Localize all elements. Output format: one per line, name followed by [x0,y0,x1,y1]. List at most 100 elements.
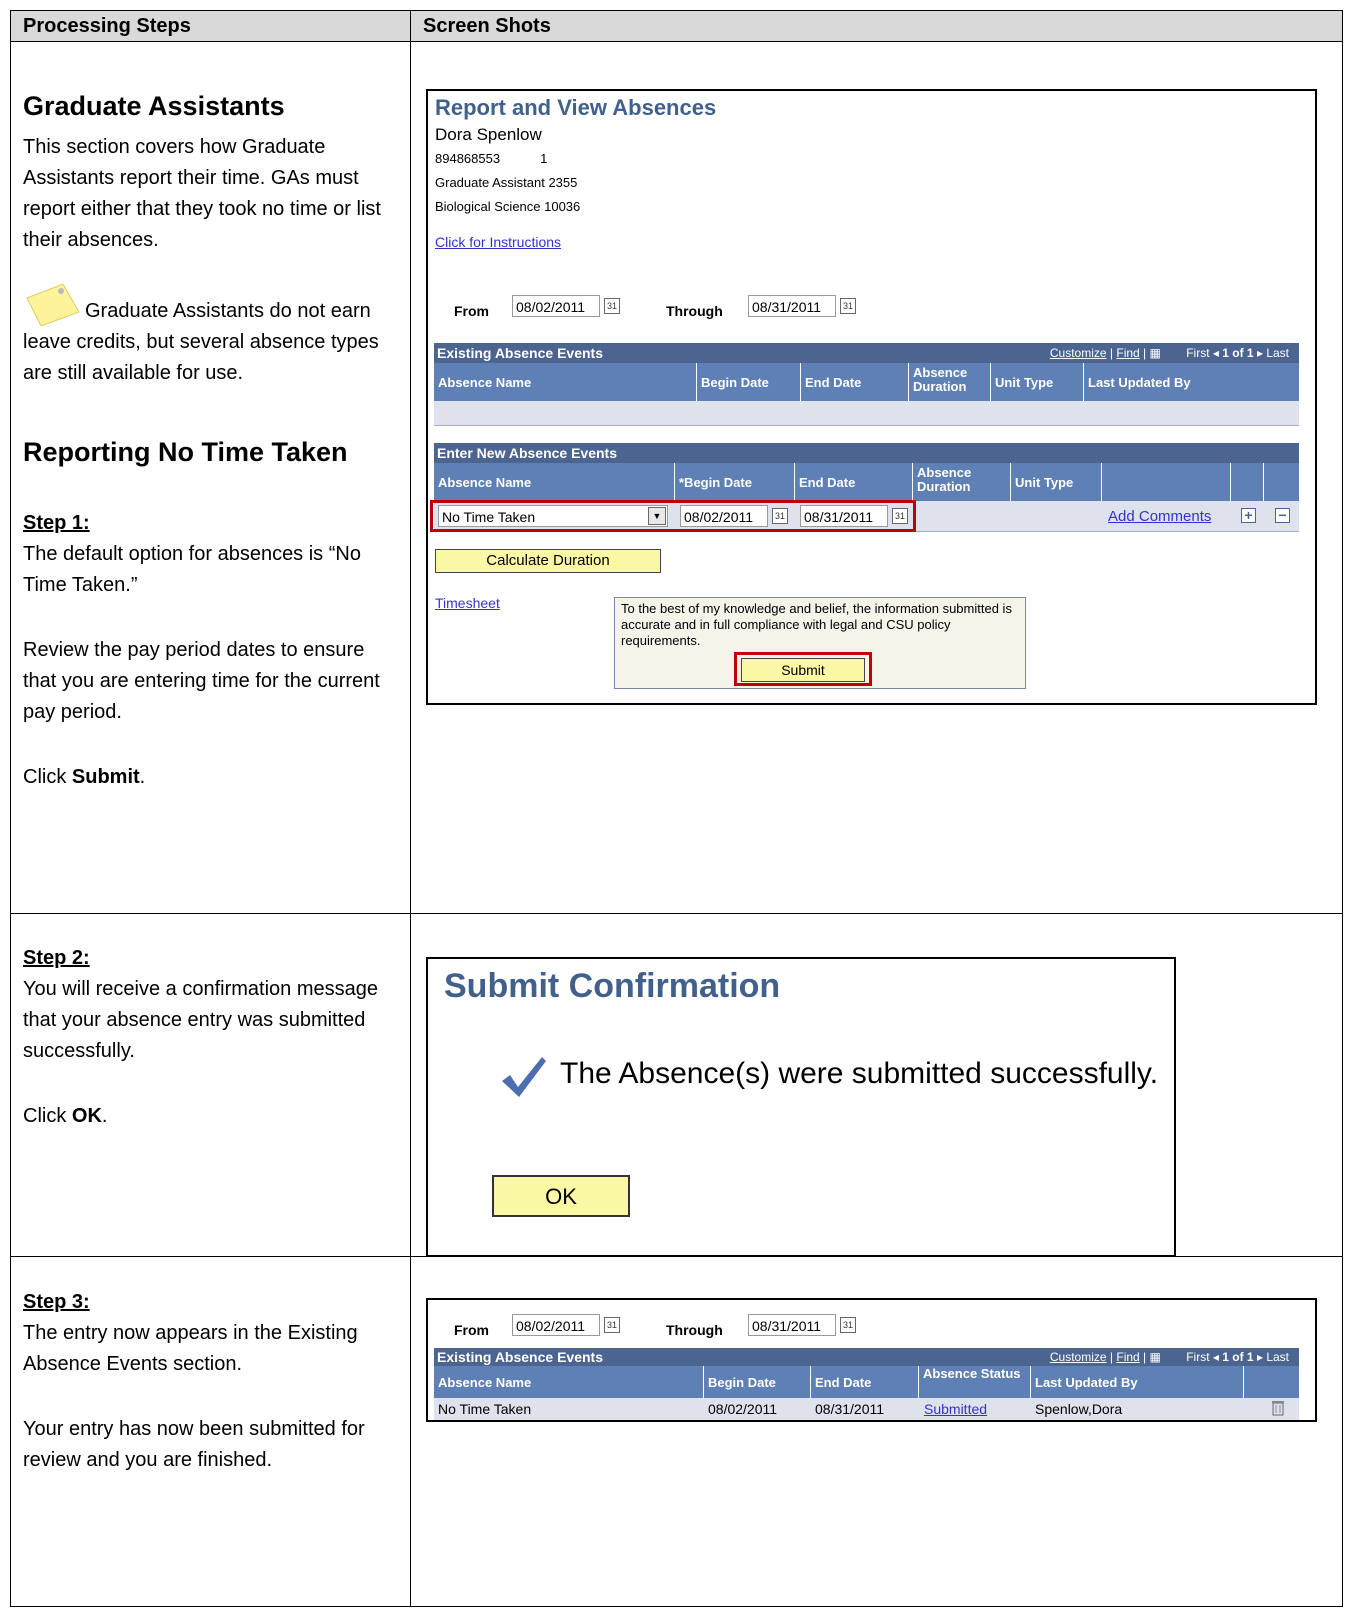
highlight-box [734,652,872,686]
column-header[interactable]: Absence Status [919,1366,1031,1398]
delete-row-icon[interactable]: − [1275,508,1290,523]
section-subtitle: Reporting No Time Taken [23,437,348,467]
job-title: Graduate Assistant 2355 [435,175,578,190]
through-date-input[interactable]: 08/31/2011 [748,295,836,317]
through-label: Through [666,1322,723,1338]
new-grid-header: Enter New Absence Events [434,443,1299,463]
grid-view-icon[interactable]: ▦ [1150,346,1161,360]
column-header-blank [1231,463,1264,501]
step1-label: Step 1: [23,512,90,534]
calendar-icon[interactable]: 31 [840,1317,856,1333]
department: Biological Science 10036 [435,199,581,214]
prev-arrow-icon[interactable]: ◂ [1213,346,1219,360]
customize-link[interactable]: Customize [1050,1350,1107,1364]
first-label: First [1186,1350,1210,1364]
through-date-input[interactable]: 08/31/2011 [748,1314,836,1336]
column-header[interactable]: Absence Name [434,363,697,401]
existing-absences-screenshot: From 08/02/2011 31 Through 08/31/2011 31… [426,1298,1317,1422]
through-label: Through [666,303,723,319]
column-header[interactable]: Unit Type [1011,463,1102,501]
trash-icon[interactable] [1272,1400,1284,1422]
employee-name: Dora Spenlow [435,125,542,144]
confirmation-message: The Absence(s) were submitted successful… [560,1057,1159,1090]
column-header[interactable]: Last Updated By [1084,363,1299,401]
column-header[interactable]: Absence Duration [909,363,991,401]
next-arrow-icon[interactable]: ▸ [1257,1350,1263,1364]
step3-label: Step 3: [23,1291,90,1313]
step2-text: You will receive a confirmation message … [23,978,378,1062]
empty-grid-row [434,401,1299,426]
page-title: Report and View Absences [435,95,717,120]
header-screen-shots: Screen Shots [411,11,1342,41]
existing-grid-columns: Absence Name Begin Date End Date Absence… [434,1366,1299,1398]
divider [11,41,1342,42]
existing-grid-header: Existing Absence Events Customize | Find… [434,343,1299,363]
grid-view-icon[interactable]: ▦ [1150,1350,1161,1364]
click-ok-text: Click OK. [23,1105,108,1127]
highlight-box [430,500,916,532]
add-comments-link[interactable]: Add Comments [1108,508,1211,525]
intro-text: This section covers how Graduate Assista… [23,136,381,251]
note-block: Graduate Assistants do not earn leave cr… [23,283,398,389]
new-grid-columns: Absence Name *Begin Date End Date Absenc… [434,463,1299,501]
add-row-icon[interactable]: + [1241,508,1256,523]
instructions-link[interactable]: Click for Instructions [435,234,561,250]
timesheet-link[interactable]: Timesheet [435,595,500,611]
step1-text: The default option for absences is “No T… [23,543,361,596]
divider [410,11,411,1606]
column-header[interactable]: End Date [801,363,909,401]
column-header[interactable]: Unit Type [991,363,1084,401]
begin-date-cell: 08/02/2011 [708,1401,778,1417]
calendar-icon[interactable]: 31 [604,298,620,314]
confirmation-title: Submit Confirmation [444,967,781,1005]
status-link[interactable]: Submitted [924,1398,987,1420]
column-header[interactable]: Absence Duration [913,463,1011,501]
submit-confirmation-screenshot: Submit Confirmation The Absence(s) were … [426,957,1176,1257]
column-header-blank [1244,1366,1299,1398]
next-arrow-icon[interactable]: ▸ [1257,346,1263,360]
existing-grid-columns: Absence Name Begin Date End Date Absence… [434,363,1299,401]
checkmark-icon [500,1055,548,1102]
employee-id: 894868553 1 [435,151,548,166]
header-processing-steps: Processing Steps [11,11,410,41]
procedure-table: Processing Steps Screen Shots Graduate A… [10,10,1343,1607]
report-absences-screenshot: Report and View Absences Dora Spenlow 89… [426,89,1317,705]
from-date-input[interactable]: 08/02/2011 [512,295,600,317]
table-row: No Time Taken 08/02/2011 08/31/2011 Subm… [434,1398,1299,1420]
attestation-text: To the best of my knowledge and belief, … [621,601,1012,648]
column-header-blank [1102,463,1231,501]
find-link[interactable]: Find [1116,346,1139,360]
pager-text: 1 of 1 [1222,1350,1254,1364]
column-header[interactable]: Begin Date [704,1366,811,1398]
first-label: First [1186,346,1210,360]
customize-link[interactable]: Customize [1050,346,1107,360]
column-header[interactable]: Last Updated By [1031,1366,1244,1398]
find-link[interactable]: Find [1116,1350,1139,1364]
from-label: From [454,303,489,319]
column-header[interactable]: Absence Name [434,1366,704,1398]
pager-text: 1 of 1 [1222,346,1254,360]
column-header[interactable]: End Date [811,1366,919,1398]
existing-grid-header: Existing Absence Events Customize | Find… [434,1348,1299,1366]
step3-text: The entry now appears in the Existing Ab… [23,1322,358,1375]
column-header[interactable]: Begin Date [697,363,801,401]
ok-button[interactable]: OK [492,1175,630,1217]
section2-text: Step 2: You will receive a confirmation … [23,943,398,1132]
note-icon [23,283,81,327]
calendar-icon[interactable]: 31 [840,298,856,314]
column-header-blank [1264,463,1299,501]
column-header[interactable]: *Begin Date [675,463,795,501]
from-date-input[interactable]: 08/02/2011 [512,1314,600,1336]
column-header[interactable]: Absence Name [434,463,675,501]
divider [11,913,1342,914]
section3-text: Step 3: The entry now appears in the Exi… [23,1287,398,1476]
step2-label: Step 2: [23,947,90,969]
last-label: Last [1266,346,1289,360]
calculate-duration-button[interactable]: Calculate Duration [435,549,661,573]
from-label: From [454,1322,489,1338]
column-header[interactable]: End Date [795,463,913,501]
section-title: Graduate Assistants [23,91,285,121]
calendar-icon[interactable]: 31 [604,1317,620,1333]
prev-arrow-icon[interactable]: ◂ [1213,1350,1219,1364]
review-text: Review the pay period dates to ensure th… [23,639,380,723]
